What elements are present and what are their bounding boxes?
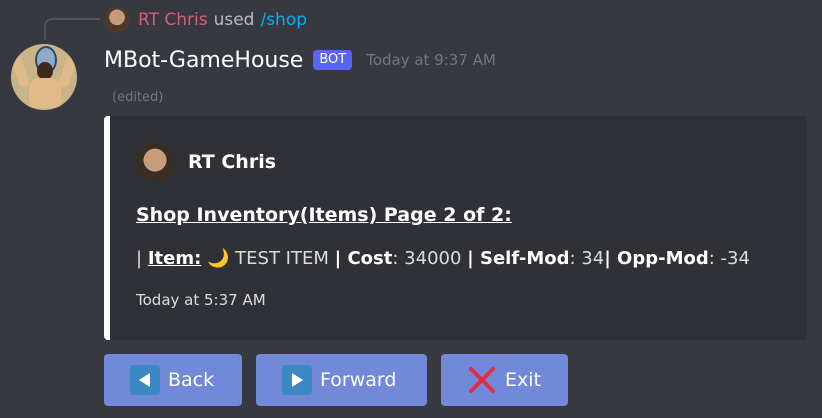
back-button[interactable]: Back — [104, 354, 242, 406]
forward-button[interactable]: Forward — [256, 354, 427, 406]
item-name: TEST ITEM — [235, 248, 329, 269]
exit-button[interactable]: Exit — [441, 354, 568, 406]
edited-label: (edited) — [112, 90, 164, 105]
message-header: MBot-GameHouse BOT Today at 9:37 AM — [104, 44, 496, 76]
reply-username[interactable]: RT Chris — [138, 10, 208, 30]
reply-user-avatar[interactable] — [104, 7, 130, 33]
back-arrow-icon — [130, 365, 160, 395]
embed-footer-timestamp: Today at 5:37 AM — [136, 291, 266, 309]
embed-author-avatar — [136, 143, 174, 181]
back-button-label: Back — [168, 369, 215, 391]
shop-embed: RT Chris Shop Inventory(Items) Page 2 of… — [104, 116, 807, 340]
exit-button-label: Exit — [505, 369, 541, 391]
reply-command[interactable]: /shop — [260, 10, 307, 30]
selfmod-label: | Self-Mod — [467, 248, 570, 269]
cost-label: | Cost — [334, 248, 393, 269]
reply-used-text: used — [213, 10, 255, 30]
button-row: Back Forward Exit — [104, 354, 568, 406]
cost-value: : 34000 — [392, 248, 462, 269]
bot-username[interactable]: MBot-GameHouse — [104, 48, 303, 73]
bot-tag-badge: BOT — [313, 50, 353, 70]
forward-arrow-icon — [282, 365, 312, 395]
desc-pipe: | — [136, 248, 143, 269]
bot-avatar[interactable] — [11, 44, 77, 110]
embed-author-name: RT Chris — [188, 151, 277, 173]
embed-author: RT Chris — [136, 143, 276, 181]
reply-reference[interactable]: RT Chris used /shop — [104, 6, 307, 34]
message-timestamp: Today at 9:37 AM — [366, 51, 496, 69]
embed-description: | Item: 🌙 TEST ITEM | Cost: 34000 | Self… — [136, 248, 750, 269]
oppmod-value: : -34 — [708, 248, 750, 269]
close-x-icon — [467, 365, 497, 395]
forward-button-label: Forward — [320, 369, 397, 391]
embed-title: Shop Inventory(Items) Page 2 of 2: — [136, 204, 512, 226]
moon-emoji-icon: 🌙 — [207, 248, 230, 269]
selfmod-value: : 34 — [569, 248, 605, 269]
oppmod-label: | Opp-Mod — [604, 248, 709, 269]
reply-connector-line — [44, 18, 100, 40]
item-label: Item: — [147, 248, 202, 269]
